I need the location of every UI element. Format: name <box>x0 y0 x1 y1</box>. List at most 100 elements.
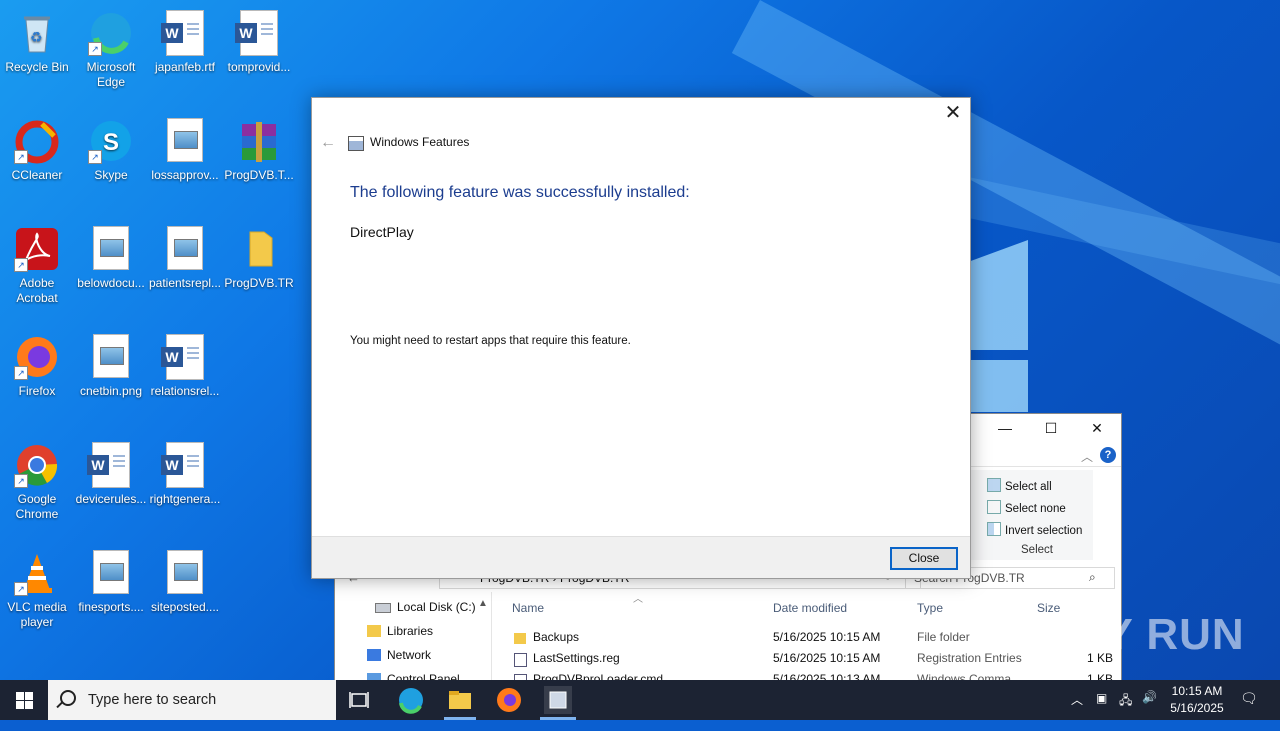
window-close-button[interactable]: ✕ <box>1077 420 1117 437</box>
desktop-icon-devicerules[interactable]: W devicerules... <box>74 438 148 507</box>
word-document-icon: W <box>161 334 208 380</box>
desktop-icon-patientsrepl[interactable]: patientsrepl... <box>148 222 222 291</box>
desktop-icon-label: siteposted.... <box>150 600 220 614</box>
select-all-icon <box>987 478 1001 492</box>
desktop-icon-label: ProgDVB.TR <box>224 276 294 290</box>
desktop-icon-skype[interactable]: S ↗ Skype <box>74 114 148 183</box>
vlc-icon: ↗ <box>14 550 60 596</box>
windows-features-dialog[interactable]: ✕ ← Windows Features The following featu… <box>311 97 971 579</box>
edge-icon: ↗ <box>88 10 134 56</box>
desktop-icon-recycle-bin[interactable]: ♻ Recycle Bin <box>0 6 74 75</box>
image-file-icon <box>162 550 208 596</box>
notifications-icon[interactable]: 🗨 <box>1240 690 1258 730</box>
ribbon-group-label: Select <box>1021 544 1053 556</box>
desktop-icon-rightgenera[interactable]: W rightgenera... <box>148 438 222 507</box>
desktop-icon-label: rightgenera... <box>149 492 221 506</box>
watermark-text: ANY RUN <box>1038 610 1245 659</box>
folder-icon <box>236 226 282 272</box>
registry-file-icon <box>514 653 527 667</box>
dialog-close-icon[interactable]: ✕ <box>942 102 964 124</box>
task-view-icon[interactable] <box>346 686 374 714</box>
volume-icon[interactable]: 🔊 <box>1142 690 1157 730</box>
desktop-icon-firefox[interactable]: ↗ Firefox <box>0 330 74 399</box>
desktop-icon-label: Microsoft Edge <box>86 60 136 89</box>
column-header-type[interactable]: Type <box>917 601 943 615</box>
desktop-icon-japanfeb[interactable]: W japanfeb.rtf <box>148 6 222 75</box>
libraries-icon <box>367 625 381 637</box>
clock-date: 5/16/2025 <box>1170 701 1224 715</box>
minimize-button[interactable]: — <box>985 420 1025 436</box>
desktop-icon-label: devicerules... <box>75 492 147 506</box>
desktop-icon-relationsrel[interactable]: W relationsrel... <box>148 330 222 399</box>
select-none-button[interactable]: Select none <box>987 500 1066 515</box>
dialog-footer: Close <box>312 536 970 578</box>
desktop-icon-lossapprov[interactable]: lossapprov... <box>148 114 222 183</box>
collapse-ribbon-icon[interactable]: ︿ <box>1081 448 1093 465</box>
desktop-icon-chrome[interactable]: ↗ Google Chrome <box>0 438 74 522</box>
scroll-up-arrow-icon[interactable]: ▲ <box>478 598 488 609</box>
windows-logo-wallpaper <box>968 240 1030 412</box>
desktop-icon-tomprovid[interactable]: W tomprovid... <box>222 6 296 75</box>
restart-note: You might need to restart apps that requ… <box>350 335 631 347</box>
desktop-icon-ccleaner[interactable]: ↗ CCleaner <box>0 114 74 183</box>
system-clock[interactable]: 10:15 AM 5/16/2025 <box>1162 683 1232 717</box>
device-icon[interactable]: ▣ <box>1096 691 1107 731</box>
desktop-icon-siteposted[interactable]: siteposted.... <box>148 546 222 615</box>
back-arrow-icon[interactable]: ← <box>320 134 336 152</box>
table-row[interactable]: Backups 5/16/2025 10:15 AM File folder <box>511 630 1121 650</box>
ccleaner-icon: ↗ <box>14 118 60 164</box>
desktop-icon-label: Google Chrome <box>15 492 59 521</box>
invert-selection-button[interactable]: Invert selection <box>987 522 1082 537</box>
desktop-icon-acrobat[interactable]: ↗ Adobe Acrobat <box>0 222 74 306</box>
column-header-date[interactable]: Date modified <box>773 601 847 615</box>
start-button[interactable] <box>0 680 48 720</box>
clock-time: 10:15 AM <box>1171 684 1223 698</box>
search-placeholder: Type here to search <box>88 692 217 708</box>
word-document-icon: W <box>161 442 208 488</box>
network-icon[interactable]: 🖧 <box>1119 691 1132 731</box>
skype-icon: S ↗ <box>88 118 134 164</box>
desktop-icon-label: CCleaner <box>11 168 63 182</box>
image-file-icon <box>162 118 208 164</box>
invert-selection-icon <box>987 522 1001 536</box>
desktop-icon-vlc[interactable]: ↗ VLC media player <box>0 546 74 630</box>
recycle-bin-icon: ♻ <box>14 10 60 56</box>
word-document-icon: W <box>235 10 282 56</box>
desktop-icon-label: japanfeb.rtf <box>154 60 216 74</box>
taskbar: Type here to search ︿ ▣ 🖧 🔊 10:15 AM 5/1… <box>0 680 1280 720</box>
desktop-icon-belowdocu[interactable]: belowdocu... <box>74 222 148 291</box>
chrome-icon: ↗ <box>14 442 60 488</box>
desktop-icon-edge[interactable]: ↗ Microsoft Edge <box>74 6 148 90</box>
desktop-icon-progdvb-archive[interactable]: ProgDVB.T... <box>222 114 296 183</box>
firefox-taskbar-icon[interactable] <box>495 686 523 714</box>
folder-icon <box>514 633 526 644</box>
desktop-icon-cnetbin[interactable]: cnetbin.png <box>74 330 148 399</box>
desktop-icon-label: tomprovid... <box>227 60 291 74</box>
ribbon-select-group: Select all Select none Invert selection … <box>969 470 1093 560</box>
close-button[interactable]: Close <box>890 547 958 570</box>
desktop-icon-finesports[interactable]: finesports.... <box>74 546 148 615</box>
windows-features-taskbar-icon[interactable] <box>544 686 572 714</box>
nav-item-network[interactable]: Network <box>367 648 431 662</box>
help-icon[interactable]: ? <box>1100 447 1116 463</box>
desktop-icon-progdvb-folder[interactable]: ProgDVB.TR <box>222 222 296 291</box>
dialog-title: Windows Features <box>370 135 470 149</box>
select-none-icon <box>987 500 1001 514</box>
edge-taskbar-icon[interactable] <box>397 686 425 714</box>
image-file-icon <box>88 550 134 596</box>
drive-icon <box>375 603 391 613</box>
nav-item-libraries[interactable]: Libraries <box>367 624 433 638</box>
table-row[interactable]: LastSettings.reg 5/16/2025 10:15 AM Regi… <box>511 651 1121 671</box>
svg-text:S: S <box>103 129 119 156</box>
show-hidden-icons-icon[interactable]: ︿ <box>1071 691 1083 731</box>
image-file-icon <box>88 334 134 380</box>
firefox-icon: ↗ <box>14 334 60 380</box>
nav-item-local-disk[interactable]: Local Disk (C:) <box>375 600 476 614</box>
file-explorer-taskbar-icon[interactable] <box>446 686 474 714</box>
maximize-button[interactable]: ☐ <box>1031 420 1071 437</box>
anyrun-watermark: ANY RUN <box>1038 610 1245 660</box>
sort-ascending-icon: ︿ <box>633 594 643 605</box>
taskbar-search-box[interactable]: Type here to search <box>48 680 336 720</box>
select-all-button[interactable]: Select all <box>987 478 1052 493</box>
column-header-name[interactable]: Name <box>512 601 544 615</box>
